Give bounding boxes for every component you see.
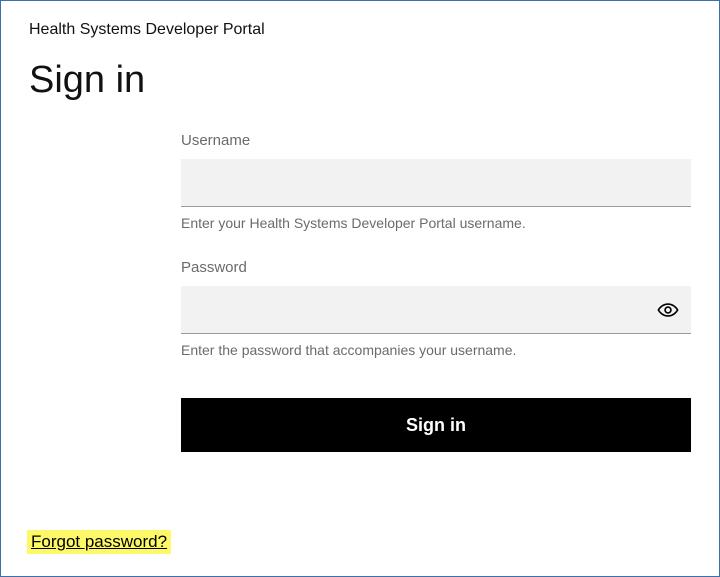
password-input[interactable]	[181, 286, 691, 333]
username-help: Enter your Health Systems Developer Port…	[181, 215, 691, 231]
username-label: Username	[181, 132, 691, 149]
page-heading: Sign in	[29, 59, 691, 102]
eye-icon	[657, 299, 679, 321]
username-input-wrap	[181, 159, 691, 207]
password-label: Password	[181, 259, 691, 276]
signin-frame: Health Systems Developer Portal Sign in …	[0, 0, 720, 577]
site-title: Health Systems Developer Portal	[29, 21, 691, 39]
password-input-wrap	[181, 286, 691, 334]
password-group: Password Enter the password that accompa…	[181, 259, 691, 358]
password-help: Enter the password that accompanies your…	[181, 342, 691, 358]
username-input[interactable]	[181, 159, 691, 206]
signin-form: Username Enter your Health Systems Devel…	[181, 132, 691, 452]
toggle-password-visibility[interactable]	[657, 299, 679, 321]
forgot-password-link[interactable]: Forgot password?	[27, 530, 171, 554]
signin-button[interactable]: Sign in	[181, 398, 691, 452]
username-group: Username Enter your Health Systems Devel…	[181, 132, 691, 231]
